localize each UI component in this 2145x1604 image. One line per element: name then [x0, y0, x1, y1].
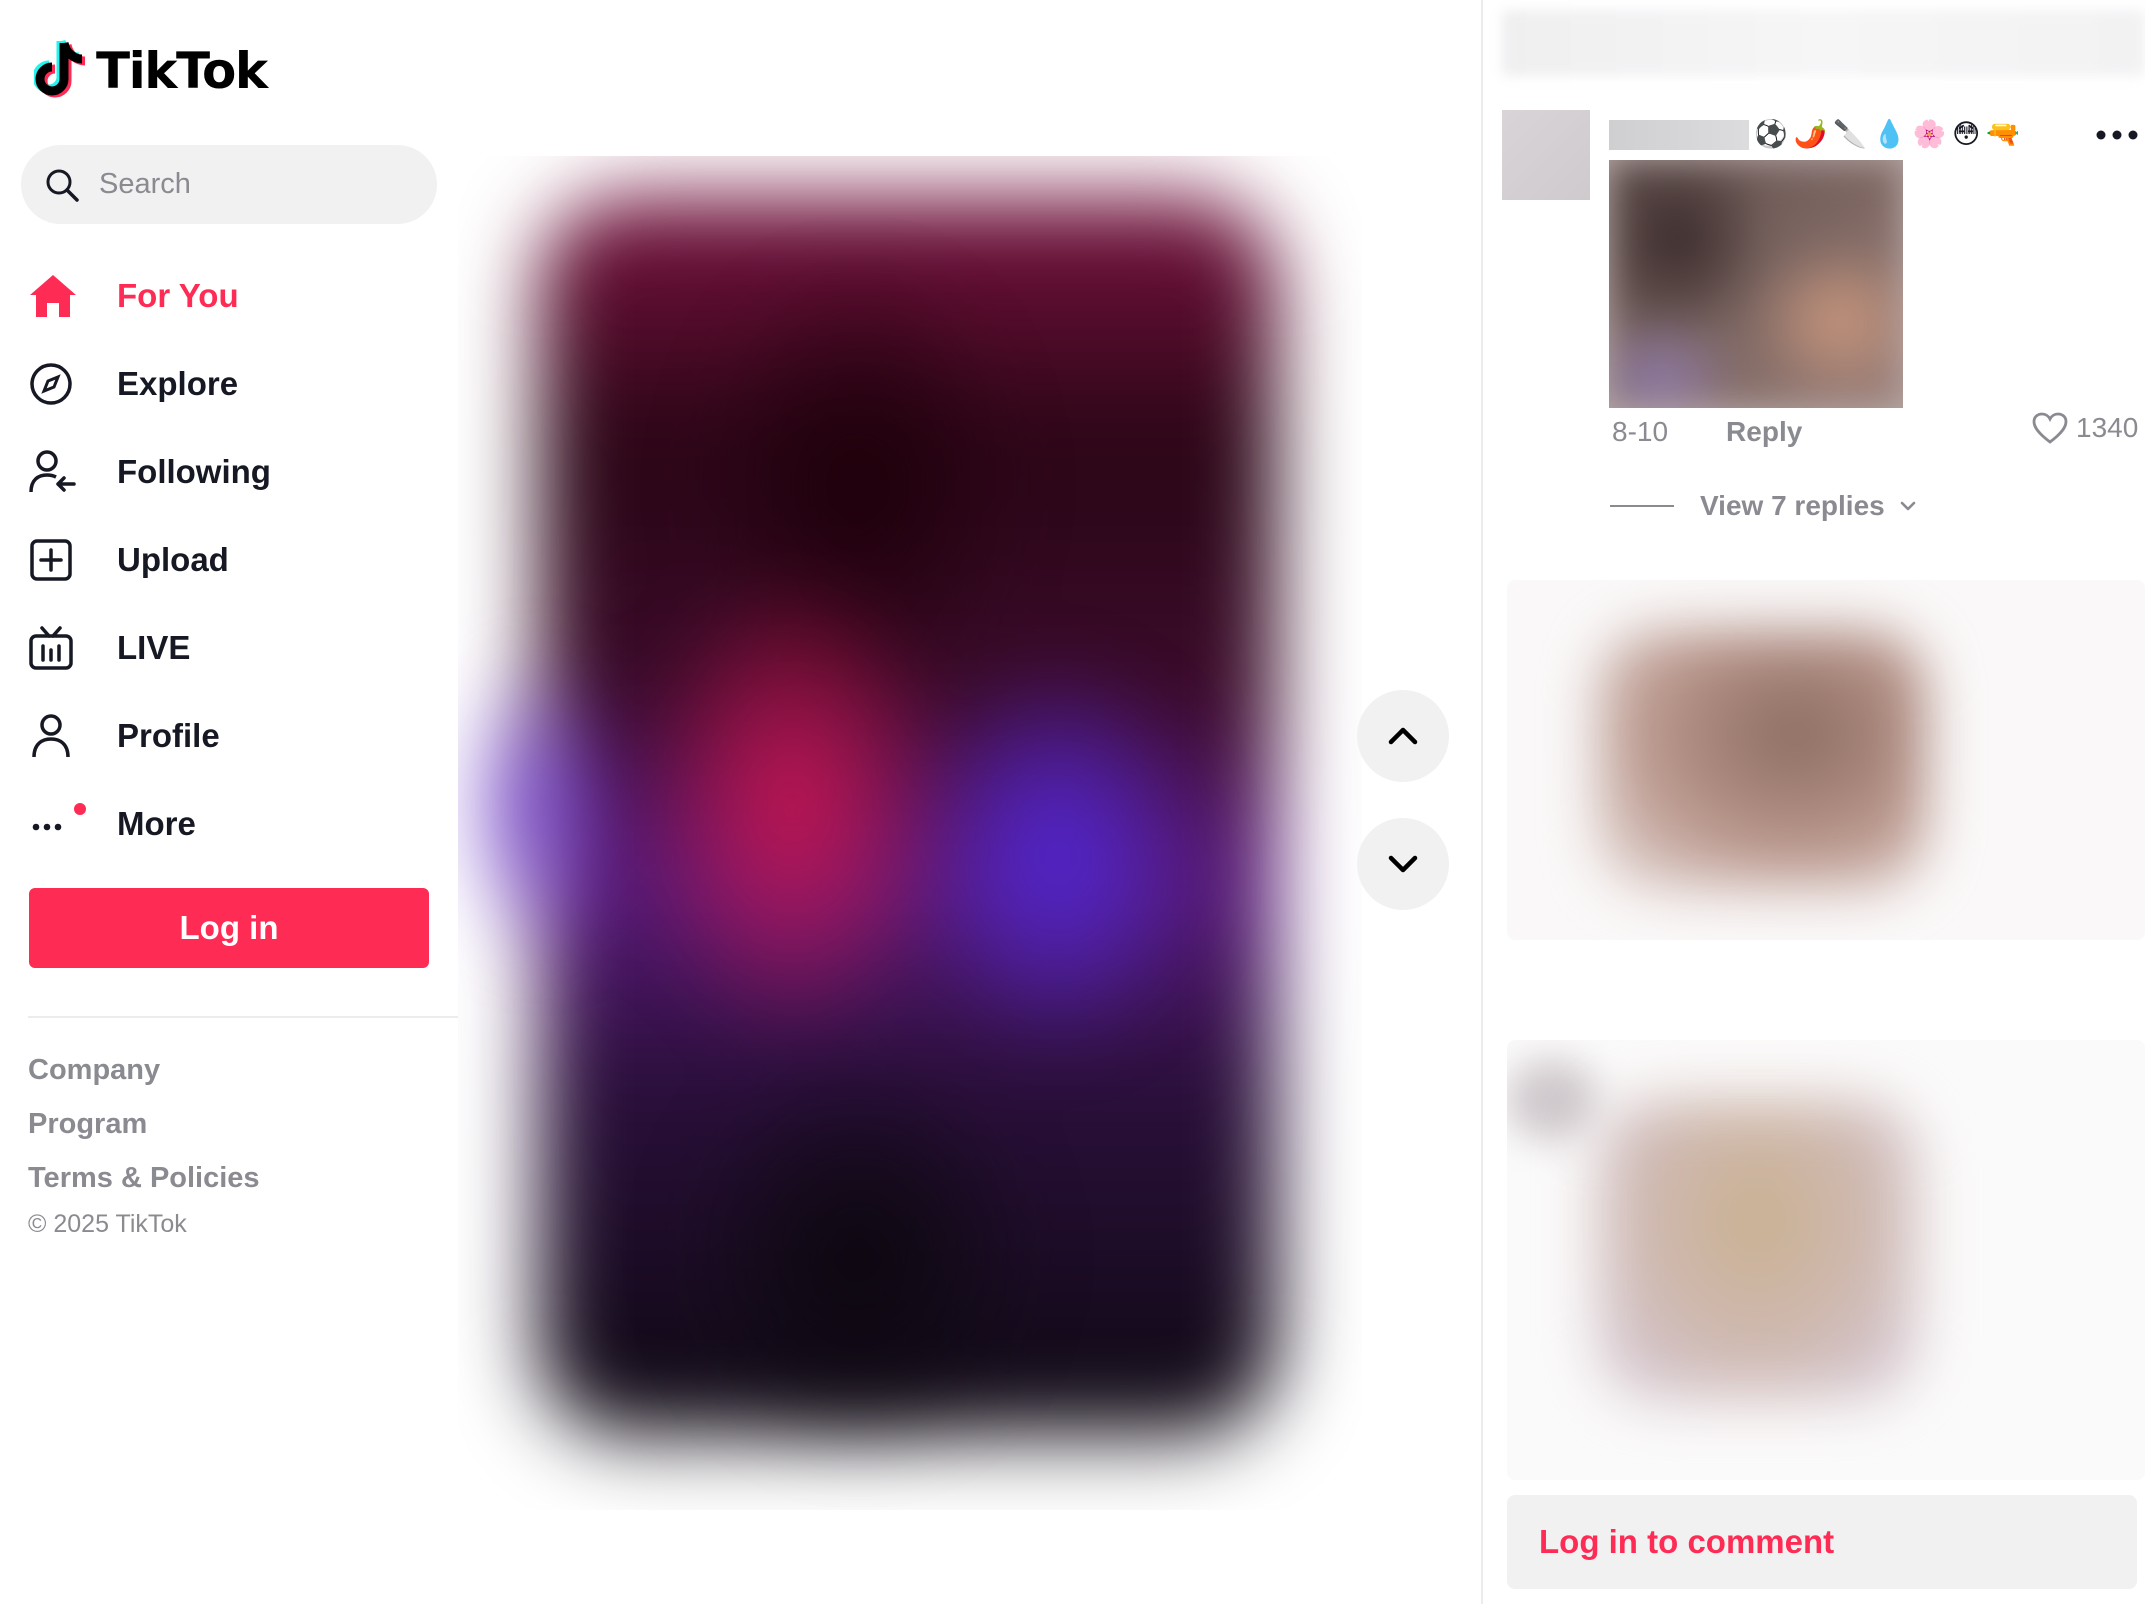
avatar[interactable] — [1502, 110, 1590, 200]
upload-icon — [28, 531, 94, 589]
blurred-comment-image — [1597, 1100, 1917, 1400]
tiktok-logo[interactable]: TikTok — [32, 36, 268, 106]
sidebar-divider — [28, 1016, 458, 1018]
view-replies-button[interactable]: View 7 replies — [1610, 490, 1919, 522]
nav-item-profile[interactable]: Profile — [28, 692, 438, 780]
copyright: © 2025 TikTok — [28, 1210, 187, 1238]
comment-username-redacted[interactable] — [1609, 120, 1749, 150]
blurred-comment — [1507, 580, 2145, 940]
home-icon — [28, 267, 94, 325]
nav-label: More — [117, 805, 196, 842]
login-to-comment-label: Log in to comment — [1539, 1523, 1835, 1560]
reply-button[interactable]: Reply — [1726, 416, 1802, 448]
nav-item-following[interactable]: Following — [28, 428, 438, 516]
username-emojis: ⚽🌶️🔪💧🌸😳🔫 — [1754, 119, 2026, 149]
nav-item-upload[interactable]: Upload — [28, 516, 438, 604]
previous-video-button[interactable] — [1357, 690, 1449, 782]
compass-icon — [28, 355, 94, 413]
blurred-header — [1502, 10, 2145, 76]
login-to-comment-bar[interactable]: Log in to comment — [1507, 1495, 2137, 1589]
more-horizontal-icon — [2096, 130, 2138, 140]
comment-image[interactable] — [1609, 160, 1903, 408]
search-bar[interactable] — [21, 145, 437, 224]
main-nav: For You Explore Following Upload LIVE Pr… — [28, 252, 438, 868]
heart-icon — [2032, 412, 2068, 444]
nav-item-explore[interactable]: Explore — [28, 340, 438, 428]
notification-dot — [74, 803, 86, 815]
comment-meta: 8-10 Reply — [1612, 416, 1802, 448]
live-tv-icon — [28, 619, 94, 677]
nav-label: LIVE — [117, 629, 191, 666]
comment-image-blurred — [1609, 160, 1903, 408]
nav-label: For You — [117, 277, 239, 314]
nav-item-more[interactable]: More — [28, 780, 438, 868]
blurred-comment-image — [1597, 630, 1927, 890]
comment-more-button[interactable] — [2092, 110, 2142, 160]
video-player[interactable] — [458, 156, 1362, 1510]
like-button[interactable]: 1340 — [2032, 412, 2138, 444]
logo-wordmark: TikTok — [96, 42, 268, 100]
next-video-button[interactable] — [1357, 818, 1449, 910]
footer-link-program[interactable]: Program — [28, 1104, 260, 1158]
nav-item-live[interactable]: LIVE — [28, 604, 438, 692]
blurred-avatar — [1507, 1060, 1597, 1140]
chevron-down-icon — [1897, 495, 1919, 517]
footer-links: Company Program Terms & Policies — [28, 1050, 260, 1212]
like-count: 1340 — [2076, 412, 2139, 443]
footer-link-company[interactable]: Company — [28, 1050, 260, 1104]
panel-divider — [1481, 0, 1483, 1604]
blurred-comment — [1507, 1040, 2145, 1480]
video-navigation — [1357, 690, 1449, 946]
nav-label: Profile — [117, 717, 220, 754]
tiktok-note-icon — [32, 39, 90, 103]
chevron-down-icon — [1388, 855, 1418, 873]
comment-date: 8-10 — [1612, 416, 1669, 447]
nav-label: Upload — [117, 541, 229, 578]
login-button[interactable]: Log in — [29, 888, 429, 968]
following-icon — [28, 443, 94, 501]
more-icon — [28, 795, 94, 853]
chevron-up-icon — [1388, 727, 1418, 745]
video-content-blurred — [458, 156, 1362, 1510]
nav-item-for-you[interactable]: For You — [28, 252, 438, 340]
nav-label: Following — [117, 453, 271, 490]
view-replies-label: View 7 replies — [1700, 490, 1885, 521]
profile-icon — [28, 707, 94, 765]
search-input[interactable] — [99, 168, 399, 201]
sidebar: TikTok For You Explore Following — [0, 0, 458, 1604]
footer-link-terms[interactable]: Terms & Policies — [28, 1158, 260, 1212]
nav-label: Explore — [117, 365, 239, 402]
search-icon — [43, 166, 81, 204]
replies-line — [1610, 505, 1674, 507]
